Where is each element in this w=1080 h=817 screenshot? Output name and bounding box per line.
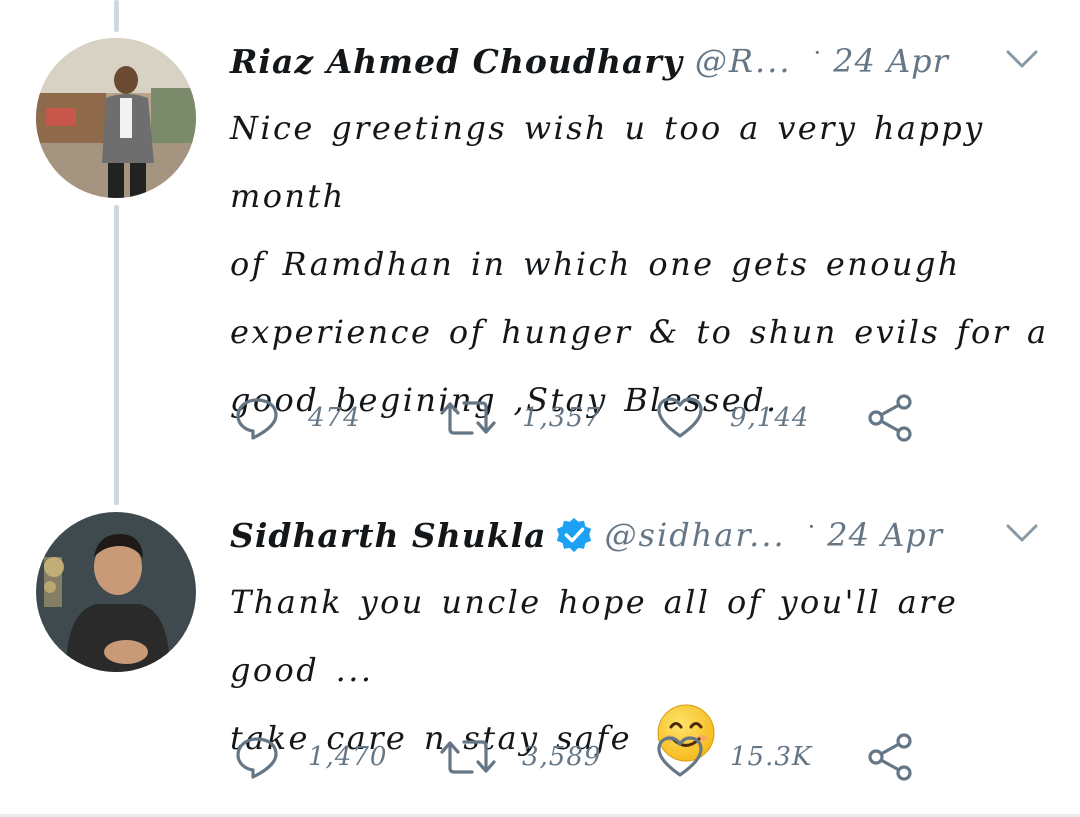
tweet-text-line: experience of hunger & to shun evils for… bbox=[230, 313, 1049, 351]
reply-icon bbox=[236, 398, 278, 440]
reply-button[interactable]: 474 bbox=[234, 393, 361, 443]
separator-dot: · bbox=[813, 39, 822, 67]
heart-icon bbox=[657, 397, 703, 438]
separator-dot: · bbox=[807, 513, 816, 541]
reply-button[interactable]: 1,470 bbox=[234, 732, 387, 782]
chevron-down-icon[interactable] bbox=[1004, 44, 1040, 74]
tweet[interactable]: Riaz Ahmed Choudhary @R... · 24 Apr Nice… bbox=[0, 0, 1080, 500]
share-button[interactable] bbox=[866, 732, 916, 782]
reply-icon bbox=[236, 737, 278, 779]
avatar-photo bbox=[36, 38, 196, 198]
avatar[interactable] bbox=[36, 38, 196, 198]
retweet-button[interactable]: 3,589 bbox=[440, 732, 601, 782]
chevron-down-icon[interactable] bbox=[1004, 518, 1040, 548]
retweet-button[interactable]: 1,357 bbox=[440, 393, 601, 443]
tweet-text: Nice greetings wish u too a very happy m… bbox=[230, 94, 1050, 434]
heart-icon bbox=[657, 736, 703, 777]
tweet-actions: 1,470 3,589 15.3K bbox=[230, 732, 950, 782]
share-icon bbox=[868, 733, 912, 781]
retweet-icon bbox=[440, 401, 496, 435]
tweet-header: Riaz Ahmed Choudhary @R... · 24 Apr bbox=[230, 36, 1040, 86]
verified-badge-icon bbox=[556, 517, 591, 553]
display-name[interactable]: Sidharth Shukla bbox=[230, 516, 547, 555]
user-handle[interactable]: @sidhar... bbox=[605, 516, 786, 554]
tweet-text-line: of Ramdhan in which one gets enough bbox=[230, 245, 961, 283]
retweet-icon bbox=[440, 740, 496, 774]
like-count: 15.3K bbox=[730, 742, 813, 772]
tweet-text-line: Thank you uncle hope all of you'll are g… bbox=[230, 583, 959, 689]
tweet-date[interactable]: 24 Apr bbox=[833, 42, 949, 80]
avatar[interactable] bbox=[36, 512, 196, 672]
tweet[interactable]: Sidharth Shukla @sidhar... · 24 Apr Than… bbox=[0, 500, 1080, 817]
tweet-actions: 474 1,357 9,144 bbox=[230, 393, 950, 443]
tweet-text-line: Nice greetings wish u too a very happy m… bbox=[230, 109, 985, 215]
share-button[interactable] bbox=[866, 393, 916, 443]
user-handle[interactable]: @R... bbox=[695, 42, 792, 80]
like-count: 9,144 bbox=[730, 403, 810, 433]
reply-count: 1,470 bbox=[308, 742, 388, 772]
reply-count: 474 bbox=[308, 403, 361, 433]
share-icon bbox=[868, 394, 912, 442]
tweet-header: Sidharth Shukla @sidhar... · 24 Apr bbox=[230, 510, 1040, 560]
like-button[interactable]: 9,144 bbox=[656, 393, 809, 443]
retweet-count: 1,357 bbox=[522, 403, 602, 433]
like-button[interactable]: 15.3K bbox=[656, 732, 812, 782]
display-name[interactable]: Riaz Ahmed Choudhary bbox=[230, 42, 683, 81]
tweet-date[interactable]: 24 Apr bbox=[827, 516, 943, 554]
retweet-count: 3,589 bbox=[522, 742, 602, 772]
avatar-photo bbox=[36, 512, 196, 672]
